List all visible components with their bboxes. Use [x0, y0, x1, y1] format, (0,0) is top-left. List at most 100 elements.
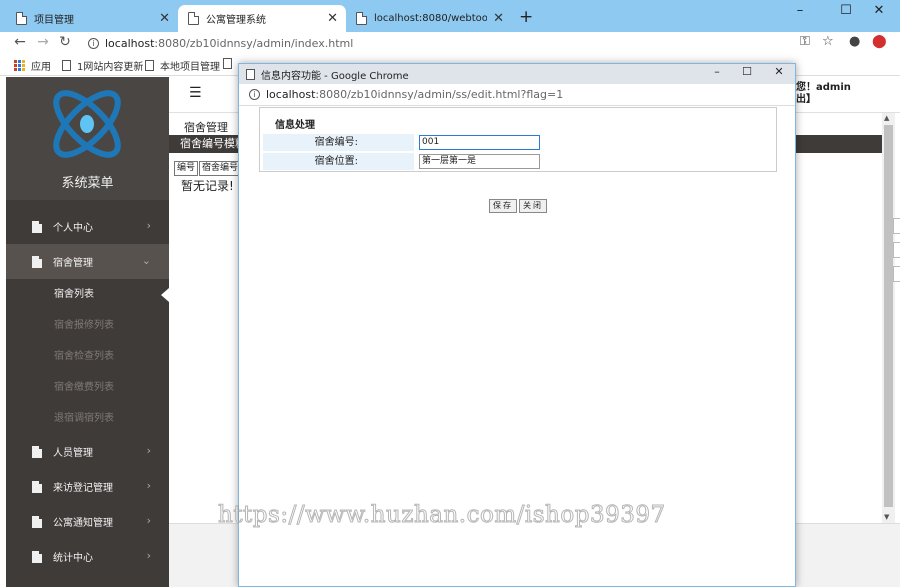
sidebar-item-personal-center[interactable]: 个人中心 › — [6, 209, 169, 244]
watermark-text: https://www.huzhan.com/ishop39397 — [218, 502, 666, 529]
popup-title: 信息内容功能 - Google Chrome — [261, 70, 409, 82]
form-row-dorm-number: 宿舍编号: 001 — [263, 134, 775, 151]
submenu-label: 退宿调宿列表 — [54, 413, 114, 424]
bookmark-local-projects[interactable]: 本地项目管理 — [145, 58, 220, 73]
search-label: 宿舍编号模糊 — [180, 137, 246, 150]
column-header[interactable]: 宿舍编号 — [199, 161, 242, 176]
save-button[interactable]: 保存 — [489, 199, 517, 213]
chevron-right-icon: › — [146, 479, 151, 492]
sidebar-menu: 个人中心 › 宿舍管理 ⌄ 宿舍列表 宿舍报修列表 宿舍检查列表 宿舍缴费列表 … — [6, 209, 169, 574]
chevron-right-icon: › — [146, 514, 151, 527]
table-header: 编号 宿舍编号 — [174, 161, 242, 176]
page-scrollbar[interactable]: ▲ ▼ — [882, 113, 895, 523]
key-icon[interactable]: ⚿ — [800, 34, 810, 49]
submenu-dorm-repair-list[interactable]: 宿舍报修列表 — [6, 310, 169, 341]
sidebar-item-statistics[interactable]: 统计中心 › — [6, 539, 169, 574]
sidebar-item-personnel[interactable]: 人员管理 › — [6, 434, 169, 469]
info-form: 信息处理 宿舍编号: 001 宿舍位置: 第一层第一是 — [259, 107, 777, 172]
window-close-icon[interactable]: ✕ — [856, 0, 900, 24]
tab-label: 公寓管理系统 — [206, 15, 266, 26]
maximize-icon[interactable]: ☐ — [732, 65, 762, 78]
bookmark-apps[interactable]: 应用 — [14, 58, 51, 73]
greeting-text: 您！admin — [796, 82, 851, 93]
tab-project-management[interactable]: 项目管理 ✕ — [6, 5, 178, 32]
url-path: :8080/zb10idnnsy/admin/ss/edit.html?flag… — [315, 88, 564, 101]
sidebar-item-visitor-registration[interactable]: 来访登记管理 › — [6, 469, 169, 504]
bookmark-label: 1网站内容更新 — [77, 62, 144, 73]
tab-label: 项目管理 — [34, 15, 74, 26]
submenu-label: 宿舍缴费列表 — [54, 382, 114, 393]
popup-address-bar[interactable]: i localhost:8080/zb10idnnsy/admin/ss/edi… — [239, 84, 795, 106]
sidebar-item-label: 公寓通知管理 — [53, 518, 113, 529]
empty-message: 暂无记录! — [181, 179, 234, 193]
page-icon — [246, 68, 255, 80]
new-tab-icon[interactable]: + — [519, 7, 533, 27]
logo-area: 系统菜单 — [6, 77, 169, 200]
page-icon — [145, 60, 154, 71]
submenu-label: 宿舍检查列表 — [54, 351, 114, 362]
back-arrow-icon[interactable]: ← — [10, 34, 30, 50]
offscreen-input[interactable] — [893, 242, 900, 258]
user-greeting: 您！admin 出】 — [796, 82, 851, 106]
submenu-dorm-list[interactable]: 宿舍列表 — [6, 279, 169, 310]
scroll-up-icon[interactable]: ▲ — [884, 114, 889, 122]
document-icon — [32, 255, 42, 268]
info-icon[interactable]: i — [249, 89, 260, 100]
chevron-right-icon: › — [146, 549, 151, 562]
account-icon[interactable]: ● — [849, 34, 860, 49]
dorm-location-input[interactable]: 第一层第一是 — [419, 154, 540, 169]
submenu-dorm-inspection-list[interactable]: 宿舍检查列表 — [6, 341, 169, 372]
close-icon[interactable]: ✕ — [327, 11, 338, 26]
bookmark-label: 应用 — [31, 62, 51, 73]
star-icon[interactable]: ☆ — [822, 34, 834, 49]
sidebar-item-label: 统计中心 — [53, 553, 93, 564]
tab-dorm-system[interactable]: 公寓管理系统 ✕ — [178, 5, 346, 32]
update-icon[interactable]: ⬤ — [872, 34, 887, 49]
close-icon[interactable]: ✕ — [493, 11, 504, 26]
submenu-label: 宿舍列表 — [54, 289, 94, 300]
offscreen-input[interactable] — [893, 218, 900, 234]
chevron-right-icon: › — [146, 444, 151, 457]
logout-link[interactable]: 出】 — [796, 94, 851, 106]
bookmark-partial[interactable] — [223, 58, 238, 69]
page-icon — [356, 12, 367, 25]
active-caret-icon — [161, 288, 169, 302]
document-icon — [32, 515, 42, 528]
sidebar-item-notices[interactable]: 公寓通知管理 › — [6, 504, 169, 539]
scrollbar-thumb[interactable] — [884, 125, 893, 507]
close-button[interactable]: 关闭 — [519, 199, 547, 213]
forward-arrow-icon[interactable]: → — [33, 34, 53, 50]
offscreen-input[interactable] — [893, 266, 900, 282]
menu-toggle-icon[interactable]: ☰ — [189, 85, 202, 101]
tab-webtool[interactable]: localhost:8080/webtool/all/ind ✕ — [346, 5, 512, 32]
form-title: 信息处理 — [275, 120, 315, 131]
reload-icon[interactable]: ↻ — [55, 34, 75, 50]
browser-tabstrip: 项目管理 ✕ 公寓管理系统 ✕ localhost:8080/webtool/a… — [0, 0, 900, 32]
sidebar: 系统菜单 个人中心 › 宿舍管理 ⌄ 宿舍列表 宿舍报修列表 宿舍检查列表 宿舍… — [6, 77, 169, 587]
sidebar-title: 系统菜单 — [61, 176, 114, 191]
breadcrumb: 宿舍管理 — [184, 121, 228, 134]
dorm-number-input[interactable]: 001 — [419, 135, 540, 150]
page-icon — [16, 12, 27, 25]
window-close-icon[interactable]: ✕ — [764, 65, 794, 78]
close-icon[interactable]: ✕ — [159, 11, 170, 26]
sidebar-item-dorm-management[interactable]: 宿舍管理 ⌄ — [6, 244, 169, 279]
submenu-checkout-transfer-list[interactable]: 退宿调宿列表 — [6, 403, 169, 434]
document-icon — [32, 220, 42, 233]
minimize-icon[interactable]: – — [702, 65, 732, 78]
scroll-down-icon[interactable]: ▼ — [884, 513, 889, 521]
field-label: 宿舍编号: — [263, 134, 414, 151]
chevron-down-icon: ⌄ — [141, 254, 151, 267]
page-icon — [62, 60, 71, 71]
minimize-icon[interactable]: – — [777, 0, 823, 24]
form-row-dorm-location: 宿舍位置: 第一层第一是 — [263, 153, 775, 170]
column-header[interactable]: 编号 — [174, 161, 199, 176]
submenu-dorm-payment-list[interactable]: 宿舍缴费列表 — [6, 372, 169, 403]
url-path: :8080/zb10idnnsy/admin/index.html — [154, 36, 354, 50]
document-icon — [32, 445, 42, 458]
info-icon[interactable]: i — [88, 37, 99, 49]
sidebar-item-label: 人员管理 — [53, 448, 93, 459]
address-bar[interactable]: i localhost:8080/zb10idnnsy/admin/index.… — [80, 33, 790, 53]
bookmark-site-update[interactable]: 1网站内容更新 — [62, 58, 143, 73]
atom-logo-icon — [53, 90, 121, 158]
